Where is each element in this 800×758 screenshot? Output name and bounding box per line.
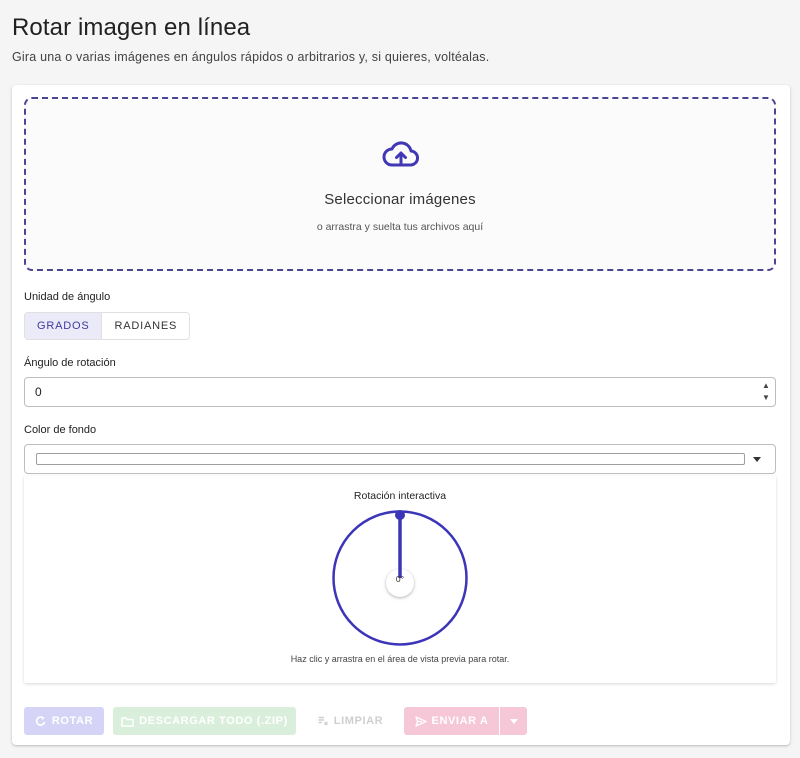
- clear-button-label: LIMPIAR: [333, 715, 384, 727]
- dial-handle: [395, 510, 405, 520]
- decrement-arrow-icon[interactable]: ▼: [761, 392, 771, 404]
- send-icon: [414, 715, 427, 727]
- rotate-icon: [35, 716, 46, 726]
- rotation-angle-stepper: ▲ ▼: [761, 380, 771, 404]
- clear-button[interactable]: LIMPIAR: [306, 707, 394, 735]
- send-to-button[interactable]: ENVIAR A: [404, 707, 499, 735]
- increment-arrow-icon[interactable]: ▲: [761, 380, 771, 392]
- download-zip-button[interactable]: DESCARGAR TODO (.ZIP): [113, 707, 296, 735]
- rotate-tool-card: Seleccionar imágenes o arrastra y suelta…: [12, 85, 790, 745]
- rotate-button[interactable]: ROTAR: [24, 707, 104, 735]
- rotation-angle-input[interactable]: [35, 384, 735, 400]
- rotation-angle-field: ▲ ▼: [24, 377, 776, 407]
- rotation-dial[interactable]: 0°: [331, 509, 469, 647]
- chevron-down-icon: [753, 457, 761, 462]
- angle-unit-label: Unidad de ángulo: [24, 291, 111, 303]
- send-to-label: ENVIAR A: [431, 715, 489, 727]
- angle-unit-toggle: GRADOS RADIANES: [24, 312, 191, 340]
- clear-list-icon: [318, 716, 328, 726]
- background-color-select[interactable]: [24, 444, 776, 474]
- page-title: Rotar imagen en línea: [12, 14, 251, 41]
- cloud-upload-icon: [382, 141, 419, 167]
- dropzone-title: Seleccionar imágenes: [324, 191, 476, 208]
- folder-zip-icon: [121, 716, 134, 727]
- toggle-degrees[interactable]: GRADOS: [25, 313, 102, 339]
- download-zip-label: DESCARGAR TODO (.ZIP): [139, 715, 288, 727]
- preview-title: Rotación interactiva: [353, 490, 447, 502]
- toggle-radians[interactable]: RADIANES: [101, 313, 190, 339]
- background-color-label: Color de fondo: [24, 424, 97, 436]
- page-subtitle: Gira una o varias imágenes en ángulos rá…: [12, 50, 490, 64]
- image-dropzone[interactable]: Seleccionar imágenes o arrastra y suelta…: [24, 97, 776, 271]
- rotation-angle-label: Ángulo de rotación: [24, 357, 116, 369]
- interactive-rotation-preview[interactable]: Rotación interactiva 0° Haz clic y arras…: [24, 476, 776, 683]
- preview-hint: Haz clic y arrastra en el área de vista …: [290, 654, 510, 664]
- chevron-down-icon: [509, 718, 518, 724]
- angle-readout: 0°: [396, 574, 404, 584]
- send-to-menu-button[interactable]: [500, 707, 527, 735]
- color-swatch: [36, 453, 745, 465]
- dropzone-hint: o arrastra y suelta tus archivos aquí: [316, 221, 484, 233]
- rotate-button-label: ROTAR: [51, 715, 94, 727]
